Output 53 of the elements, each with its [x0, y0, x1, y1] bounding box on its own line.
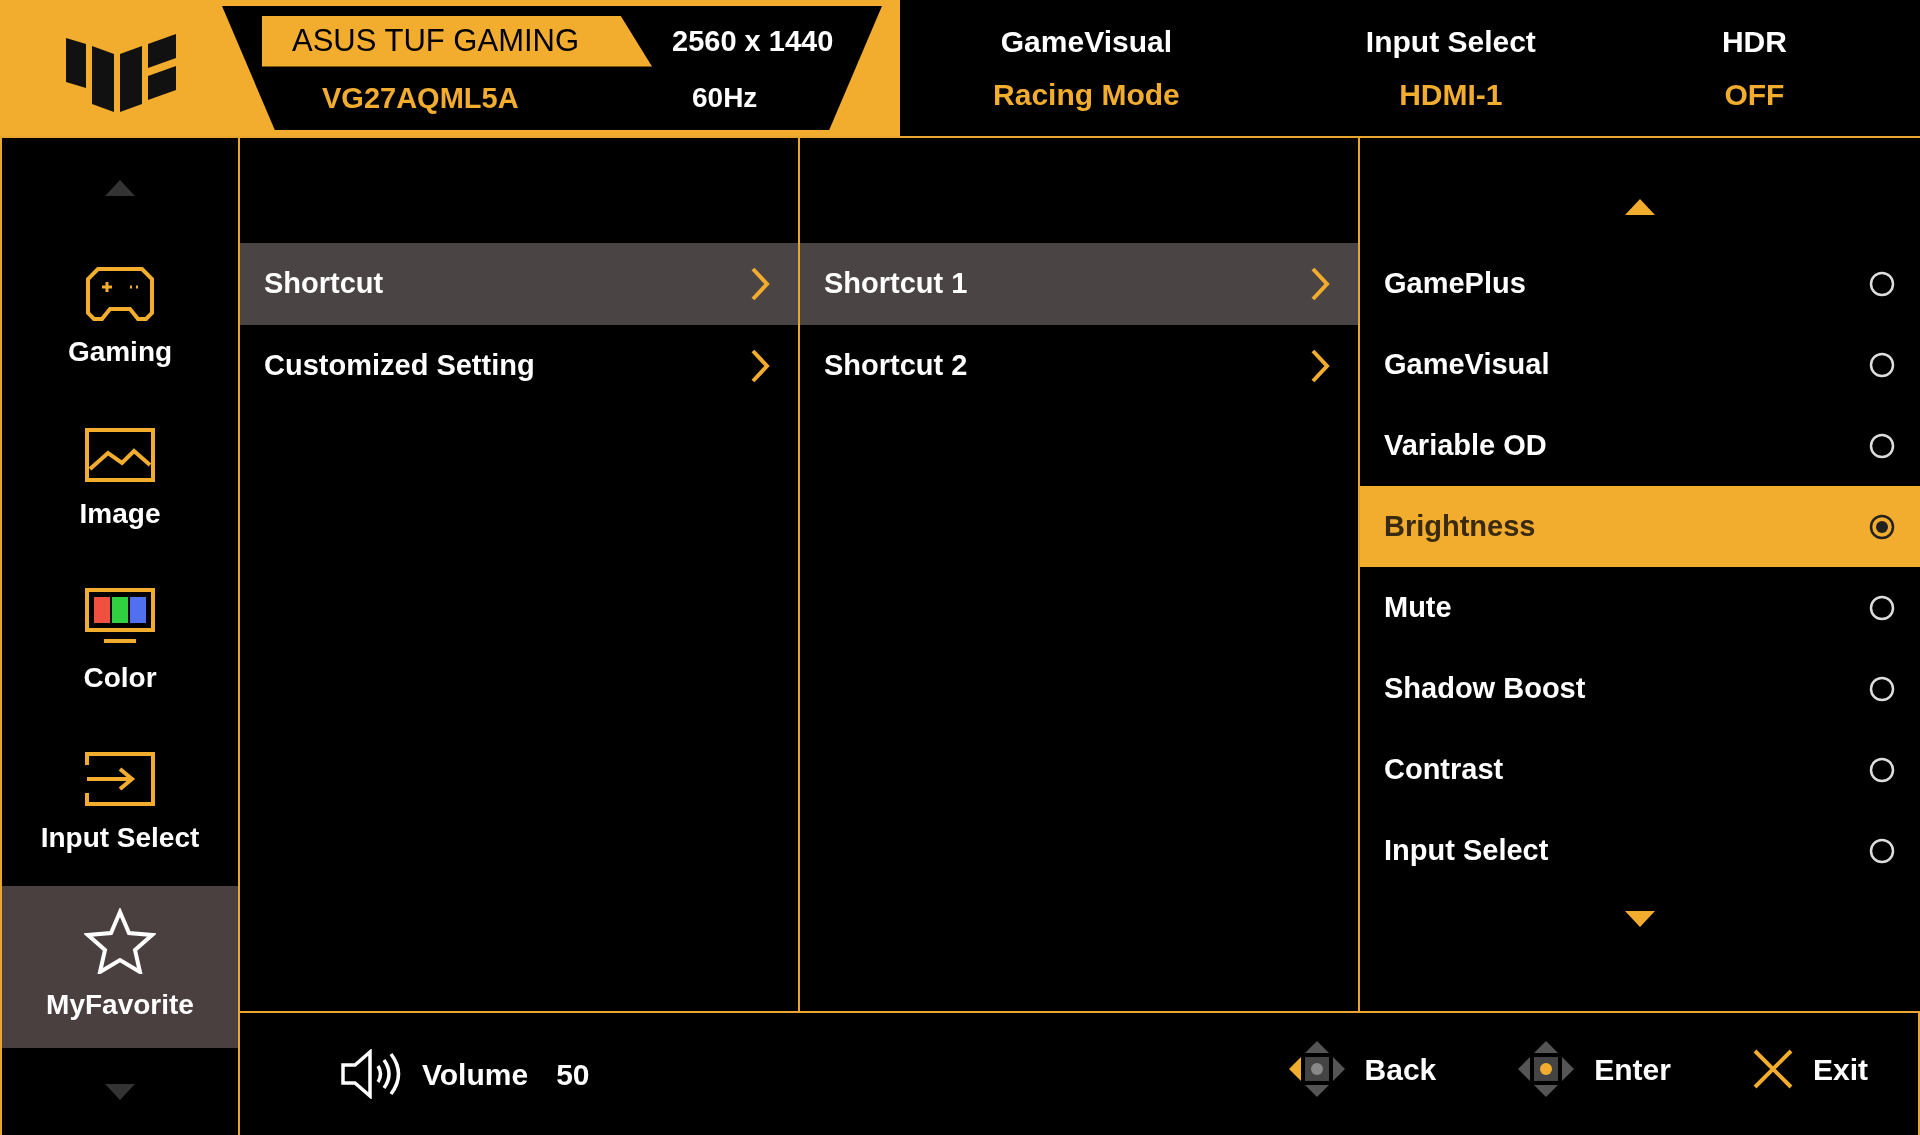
menu-item[interactable]: Shortcut 2 — [800, 325, 1358, 407]
sidebar-item[interactable]: Gaming — [2, 238, 238, 400]
brand-text: ASUS TUF GAMING — [262, 16, 652, 67]
option-row[interactable]: GameVisual — [1360, 324, 1920, 405]
key-hint: Back — [1364, 1051, 1437, 1088]
radio-button[interactable] — [1868, 431, 1896, 460]
sidebar-item[interactable]: Color — [2, 562, 238, 724]
option-row[interactable]: Brightness — [1360, 486, 1920, 567]
info-label: Input Select — [1365, 24, 1536, 60]
key-hint: Enter — [1594, 1051, 1671, 1088]
info-value: Racing Mode — [993, 77, 1180, 113]
input-arrow-icon — [84, 751, 156, 807]
info-label: HDR — [1721, 24, 1787, 60]
option-row[interactable]: Input Select — [1360, 810, 1920, 891]
radio-button[interactable] — [1868, 755, 1896, 784]
dpad-icon — [1516, 1039, 1577, 1099]
star-icon — [84, 908, 156, 974]
radio-button[interactable] — [1868, 593, 1896, 622]
option-row[interactable]: Shadow Boost — [1360, 648, 1920, 729]
sidebar-item[interactable]: Image — [2, 400, 238, 562]
info-value: OFF — [1724, 77, 1785, 113]
image-icon — [84, 427, 156, 483]
volume-label: Volume — [422, 1056, 529, 1093]
down-arrow-icon — [1625, 911, 1655, 927]
gamepad-icon — [84, 265, 156, 321]
option-row[interactable]: Variable OD — [1360, 405, 1920, 486]
chevron-right-icon — [1310, 266, 1330, 302]
key-hint: Exit — [1812, 1051, 1868, 1088]
volume-value: 50 — [556, 1056, 590, 1093]
radio-button[interactable] — [1868, 836, 1896, 865]
menu-item[interactable]: Shortcut 1 — [800, 243, 1358, 325]
refresh-rate-text: 60Hz — [692, 81, 758, 116]
chevron-right-icon — [1310, 348, 1330, 384]
sidebar-item[interactable]: MyFavorite — [2, 886, 238, 1048]
radio-button[interactable] — [1868, 512, 1896, 541]
up-arrow-icon — [1625, 199, 1655, 215]
down-arrow-icon — [105, 1083, 135, 1100]
option-row[interactable]: Mute — [1360, 567, 1920, 648]
up-arrow-icon — [105, 180, 135, 196]
option-row[interactable]: Contrast — [1360, 729, 1920, 810]
option-row[interactable]: GamePlus — [1360, 243, 1920, 324]
menu-item[interactable]: Shortcut — [240, 243, 798, 325]
radio-button[interactable] — [1868, 350, 1896, 379]
radio-button[interactable] — [1868, 269, 1896, 298]
info-label: GameVisual — [1000, 24, 1172, 60]
menu-item[interactable]: Customized Setting — [240, 325, 798, 407]
radio-button[interactable] — [1868, 674, 1896, 703]
chevron-right-icon — [750, 266, 770, 302]
sidebar-item[interactable]: Input Select — [2, 724, 238, 886]
resolution-text: 2560 x 1440 — [672, 23, 834, 59]
chevron-right-icon — [750, 348, 770, 384]
info-value: HDMI-1 — [1399, 77, 1503, 113]
model-text: VG27AQML5A — [322, 80, 520, 116]
